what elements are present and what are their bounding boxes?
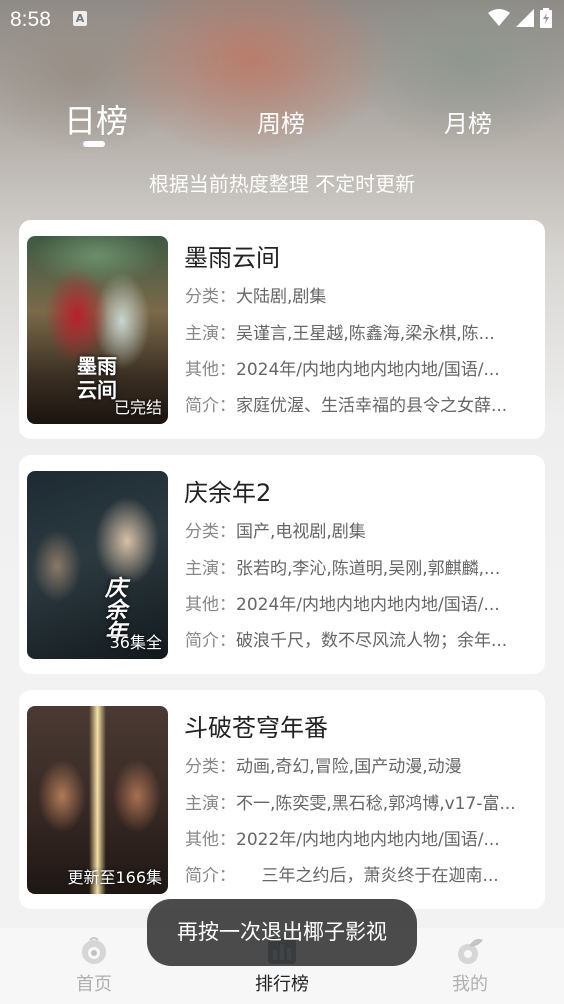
category-label: 分类： [185,757,236,777]
category-row: 分类：国产,电视剧,剧集 [185,517,539,542]
intro-value: 三年之约后，萧炎终于在迦南... [227,866,499,886]
cast-label: 主演： [185,559,236,579]
tab-weekly[interactable]: 周榜 [257,104,305,139]
other-value: 2022年/内地内地内地内地/国语/... [236,830,500,850]
ranking-subtitle: 根据当前热度整理 不定时更新 [148,172,416,196]
category-label: 分类： [185,287,236,307]
category-value: 大陆剧,剧集 [236,287,327,307]
status-icons [488,8,552,28]
poster-image[interactable]: 墨雨 云间 已完结 [27,236,168,424]
notification-icon: A [73,11,87,26]
other-label: 其他： [185,830,236,850]
battery-icon [540,8,552,28]
status-time: 8:58 [10,8,51,31]
nav-label-home: 首页 [76,974,112,995]
status-bar: 8:58 A [0,0,564,38]
tab-daily[interactable]: 日榜 [64,96,128,142]
item-title: 斗破苍穹年番 [184,714,328,742]
intro-row: 简介： 三年之约后，萧炎终于在迦南... [185,861,539,886]
exit-toast: 再按一次退出椰子影视 [147,899,417,966]
other-row: 其他：2022年/内地内地内地内地/国语/... [185,825,539,850]
poster-title-art: 墨雨 云间 [77,354,117,402]
cast-value: 吴谨言,王星越,陈鑫海,梁永棋,陈... [236,324,495,344]
poster-image[interactable]: 庆余年 36集全 [27,471,168,659]
intro-row: 简介：家庭优渥、生活幸福的县令之女薛... [185,391,539,416]
other-value: 2024年/内地内地内地内地/国语/... [236,360,500,380]
item-title: 墨雨云间 [184,244,280,272]
episode-badge: 更新至166集 [67,868,162,887]
other-value: 2024年/内地内地内地内地/国语/... [236,595,500,615]
intro-value: 家庭优渥、生活幸福的县令之女薛... [236,396,508,416]
wifi-icon [488,9,510,26]
other-row: 其他：2024年/内地内地内地内地/国语/... [185,590,539,615]
cast-row: 主演：吴谨言,王星越,陈鑫海,梁永棋,陈... [185,319,539,344]
ranking-card[interactable]: 庆余年 36集全 庆余年2 分类：国产,电视剧,剧集 主演：张若昀,李沁,陈道明… [19,455,545,674]
category-label: 分类： [185,522,236,542]
nav-label-ranking: 排行榜 [255,974,309,995]
tab-monthly[interactable]: 月榜 [444,104,492,139]
ranking-card[interactable]: 更新至166集 斗破苍穹年番 分类：动画,奇幻,冒险,国产动漫,动漫 主演：不一… [19,690,545,909]
cast-label: 主演： [185,794,236,814]
signal-icon [516,9,534,27]
other-label: 其他： [185,595,236,615]
category-row: 分类：动画,奇幻,冒险,国产动漫,动漫 [185,752,539,777]
intro-label: 简介： [185,866,228,886]
episode-badge: 36集全 [109,633,162,652]
category-row: 分类：大陆剧,剧集 [185,282,539,307]
intro-value: 破浪千尺，数不尽风流人物；余年... [236,631,508,651]
item-title: 庆余年2 [184,479,272,507]
nav-item-profile[interactable]: 我的 [410,928,530,1004]
poster-image[interactable]: 更新至166集 [27,706,168,894]
intro-label: 简介： [185,631,236,651]
cast-value: 张若昀,李沁,陈道明,吴刚,郭麒麟,... [236,559,501,579]
category-value: 国产,电视剧,剧集 [236,522,366,542]
nav-label-profile: 我的 [452,974,488,995]
other-label: 其他： [185,360,236,380]
home-icon [82,937,106,964]
cast-value: 不一,陈奕雯,黑石稔,郭鸿博,v17-富... [236,794,516,814]
other-row: 其他：2024年/内地内地内地内地/国语/... [185,355,539,380]
nav-item-home[interactable]: 首页 [34,928,154,1004]
episode-badge: 已完结 [113,398,162,417]
cast-row: 主演：不一,陈奕雯,黑石稔,郭鸿博,v17-富... [185,789,539,814]
intro-row: 简介：破浪千尺，数不尽风流人物；余年... [185,626,539,651]
active-tab-indicator [83,141,105,147]
profile-icon [458,938,483,964]
ranking-card[interactable]: 墨雨 云间 已完结 墨雨云间 分类：大陆剧,剧集 主演：吴谨言,王星越,陈鑫海,… [19,220,545,439]
cast-row: 主演：张若昀,李沁,陈道明,吴刚,郭麒麟,... [185,554,539,579]
intro-label: 简介： [185,396,236,416]
category-value: 动画,奇幻,冒险,国产动漫,动漫 [236,757,462,777]
cast-label: 主演： [185,324,236,344]
